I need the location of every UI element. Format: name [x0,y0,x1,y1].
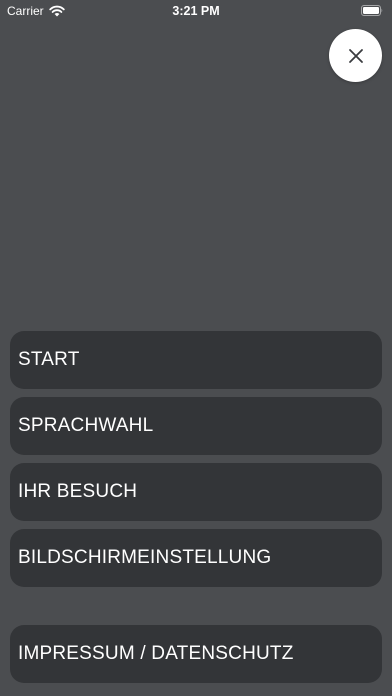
menu-item-sprachwahl[interactable]: SPRACHWAHL [10,397,382,455]
menu-item-label: IHR BESUCH [18,481,138,502]
menu-item-ihr-besuch[interactable]: IHR BESUCH [10,463,382,521]
menu-item-label: IMPRESSUM / DATENSCHUTZ [18,643,294,664]
close-button[interactable] [329,29,382,82]
menu-item-bildschirmeinstellung[interactable]: BILDSCHIRMEINSTELLUNG [10,529,382,587]
status-time: 3:21 PM [172,4,220,18]
menu-item-impressum-datenschutz[interactable]: IMPRESSUM / DATENSCHUTZ [10,625,382,683]
menu-item-label: SPRACHWAHL [18,415,154,436]
close-icon [348,48,363,63]
menu-item-label: START [18,349,80,370]
menu-item-start[interactable]: START [10,331,382,389]
battery-icon [361,5,383,16]
status-bar: Carrier 3:21 PM [0,0,392,22]
menu-item-label: BILDSCHIRMEINSTELLUNG [18,547,272,568]
